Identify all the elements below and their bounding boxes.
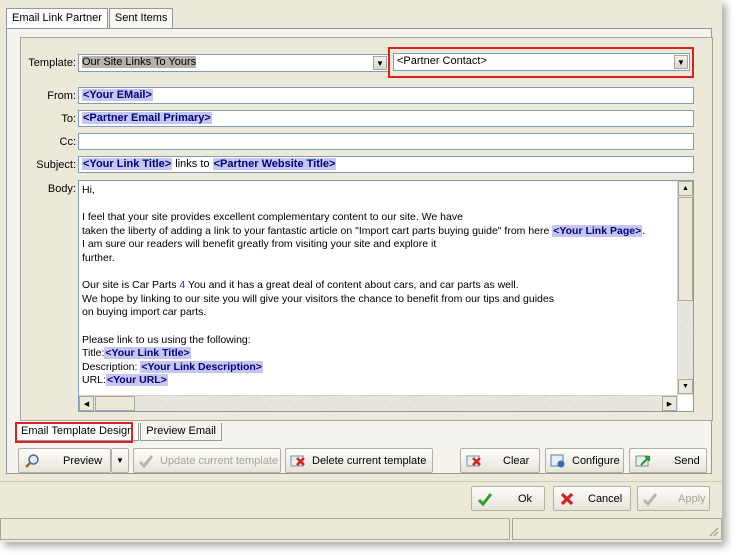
to-token: <Partner Email Primary> bbox=[82, 112, 212, 124]
preview-label: Preview bbox=[63, 454, 103, 467]
body-text-run: Description: bbox=[82, 360, 141, 373]
body-line: Our site is Car Parts 4 You and it has a… bbox=[82, 279, 675, 293]
from-token: <Your EMail> bbox=[82, 89, 153, 101]
vertical-scrollbar[interactable]: ▲ ▼ bbox=[677, 181, 693, 395]
subject-token-link-title: <Your Link Title> bbox=[82, 158, 173, 170]
scroll-down-icon[interactable]: ▼ bbox=[678, 379, 693, 394]
to-field[interactable]: <Partner Email Primary> bbox=[78, 110, 694, 127]
body-line: Hi, bbox=[82, 184, 95, 196]
cancel-label: Cancel bbox=[588, 492, 623, 505]
from-label: From: bbox=[47, 90, 76, 102]
subject-token-website-title: <Partner Website Title> bbox=[212, 158, 337, 170]
body-token-link-title: <Your Link Title> bbox=[104, 347, 191, 360]
subject-field[interactable]: <Your Link Title> links to <Partner Webs… bbox=[78, 156, 694, 173]
body-text-run: URL: bbox=[82, 374, 106, 387]
scroll-up-icon[interactable]: ▲ bbox=[678, 181, 693, 196]
body-text: Hi, I feel that your site provides excel… bbox=[82, 184, 675, 388]
tab-preview-email[interactable]: Preview Email bbox=[140, 423, 222, 441]
clear-icon bbox=[465, 452, 483, 470]
vertical-scroll-thumb[interactable] bbox=[678, 197, 693, 301]
highlight-box bbox=[15, 422, 133, 443]
subject-label: Subject: bbox=[36, 159, 76, 171]
chevron-down-icon[interactable]: ▼ bbox=[373, 56, 387, 70]
tab-email-link-partner[interactable]: Email Link Partner bbox=[6, 8, 108, 30]
body-token-url: <Your URL> bbox=[105, 374, 168, 387]
body-token-link-description: <Your Link Description> bbox=[140, 360, 263, 373]
update-template-button[interactable]: Update current template bbox=[133, 448, 281, 473]
magnifier-icon bbox=[23, 452, 41, 470]
main-tabs: Email Link Partner Sent Items bbox=[6, 8, 174, 30]
template-label: Template: bbox=[28, 57, 76, 69]
body-line: further. bbox=[82, 251, 115, 264]
delete-template-label: Delete current template bbox=[312, 454, 427, 467]
template-select-value: Our Site Links To Yours bbox=[82, 56, 197, 68]
send-label: Send bbox=[674, 454, 700, 467]
checkmark-icon bbox=[642, 490, 658, 508]
scroll-right-icon[interactable]: ▶ bbox=[662, 396, 677, 411]
cc-label: Cc: bbox=[59, 136, 77, 148]
body-line: taken the liberty of adding a link to yo… bbox=[82, 224, 675, 239]
delete-icon bbox=[290, 452, 306, 470]
body-line: Description: <Your Link Description> bbox=[82, 360, 675, 375]
send-button[interactable]: Send bbox=[629, 448, 707, 473]
body-text-run: Title: bbox=[82, 347, 105, 360]
horizontal-scroll-thumb[interactable] bbox=[95, 396, 135, 411]
clear-label: Clear bbox=[503, 454, 530, 467]
delete-template-button[interactable]: Delete current template bbox=[285, 448, 433, 473]
from-field[interactable]: <Your EMail> bbox=[78, 87, 694, 104]
email-link-partner-window: Email Link Partner Sent Items Template: … bbox=[0, 0, 722, 542]
status-bar-panel bbox=[512, 518, 722, 540]
checkmark-icon bbox=[138, 452, 154, 470]
apply-label: Apply bbox=[678, 492, 706, 505]
horizontal-scrollbar[interactable]: ◀ ▶ bbox=[79, 395, 678, 411]
body-line bbox=[82, 320, 675, 334]
body-editor[interactable]: Hi, I feel that your site provides excel… bbox=[78, 180, 694, 412]
body-line bbox=[82, 198, 675, 212]
body-token-link-page: <Your Link Page> bbox=[552, 224, 643, 237]
ok-label: Ok bbox=[518, 492, 533, 505]
cancel-button[interactable]: Cancel bbox=[553, 486, 631, 511]
cc-field[interactable] bbox=[78, 133, 694, 150]
body-line: Title:<Your Link Title> bbox=[82, 347, 675, 361]
to-label: To: bbox=[61, 113, 76, 125]
checkmark-icon bbox=[476, 490, 494, 508]
body-line bbox=[82, 266, 675, 280]
body-text-run: You and it has a great deal of content a… bbox=[185, 279, 519, 292]
clear-button[interactable]: Clear bbox=[460, 448, 540, 473]
highlight-box bbox=[388, 47, 694, 78]
body-line: I am sure our readers will benefit great… bbox=[82, 238, 437, 251]
apply-button[interactable]: Apply bbox=[637, 486, 710, 511]
body-text-run: Our site is Car Parts bbox=[82, 279, 180, 292]
preview-button[interactable]: Preview bbox=[18, 448, 111, 473]
resize-grip-icon[interactable] bbox=[707, 525, 719, 537]
body-label: Body: bbox=[47, 183, 76, 195]
body-line: URL:<Your URL> bbox=[82, 374, 675, 388]
body-line: on buying import car parts. bbox=[82, 306, 207, 319]
chevron-down-icon: ▼ bbox=[116, 456, 124, 465]
configure-icon bbox=[550, 452, 566, 470]
body-line: We hope by linking to our site you will … bbox=[82, 292, 554, 305]
tab-sent-items[interactable]: Sent Items bbox=[108, 8, 174, 29]
body-line: I feel that your site provides excellent… bbox=[82, 211, 463, 224]
cancel-icon bbox=[558, 490, 576, 508]
preview-dropdown-button[interactable]: ▼ bbox=[111, 448, 129, 473]
subject-text: links to bbox=[172, 158, 213, 170]
configure-button[interactable]: Configure bbox=[545, 448, 624, 473]
scroll-left-icon[interactable]: ◀ bbox=[79, 396, 94, 411]
configure-label: Configure bbox=[572, 454, 620, 467]
template-select[interactable]: Our Site Links To Yours ▼ bbox=[78, 54, 389, 72]
body-text-run: taken the liberty of adding a link to yo… bbox=[82, 224, 553, 237]
update-template-label: Update current template bbox=[160, 454, 279, 467]
divider bbox=[0, 481, 722, 482]
send-icon bbox=[634, 452, 652, 470]
body-text-run: . bbox=[642, 224, 646, 237]
ok-button[interactable]: Ok bbox=[471, 486, 545, 511]
status-bar-panel bbox=[0, 518, 510, 540]
body-line: Please link to us using the following: bbox=[82, 333, 251, 346]
